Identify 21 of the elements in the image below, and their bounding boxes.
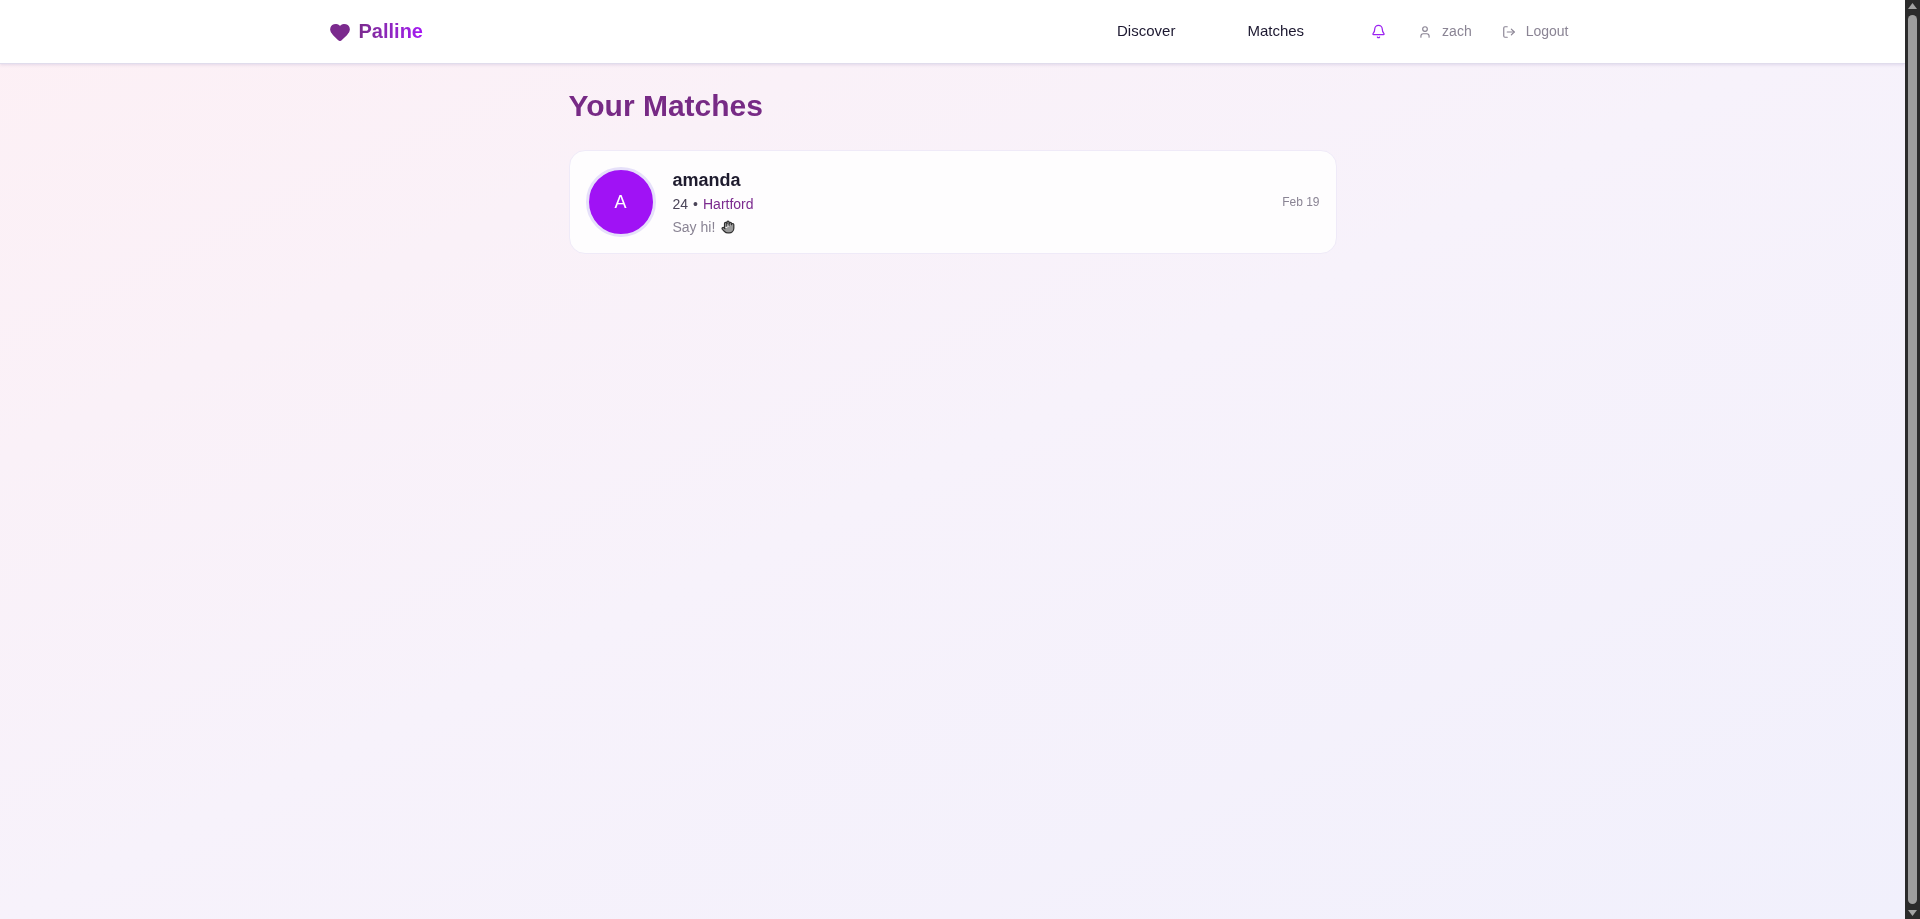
match-card[interactable]: A amanda 24 • Hartford Say hi! Feb 19 <box>568 150 1337 254</box>
scrollbar[interactable] <box>1905 0 1920 919</box>
page-title: Your Matches <box>568 88 764 124</box>
nav-link[interactable]: Matches <box>1231 12 1321 51</box>
message-preview: Say hi! <box>672 217 716 237</box>
age-text: 24 <box>672 194 689 214</box>
profile-link[interactable]: zach <box>1410 17 1480 46</box>
scroll-up-arrow-icon[interactable] <box>1908 3 1917 9</box>
hand-icon <box>721 219 736 234</box>
nav-link[interactable]: Discover <box>1101 12 1192 51</box>
scrollbar-thumb[interactable] <box>1908 15 1917 904</box>
scroll-down-arrow-icon[interactable] <box>1908 910 1917 916</box>
bell-icon <box>1371 24 1387 39</box>
avatar-initial: A <box>585 167 656 237</box>
match-name: amanda <box>672 168 742 192</box>
logout-icon <box>1501 24 1516 39</box>
match-date: Feb 19 <box>1282 194 1320 211</box>
separator-text: • <box>693 194 698 214</box>
user-icon <box>1418 24 1433 39</box>
logout-button[interactable]: Logout <box>1493 17 1577 46</box>
location-text: Hartford <box>703 194 754 214</box>
